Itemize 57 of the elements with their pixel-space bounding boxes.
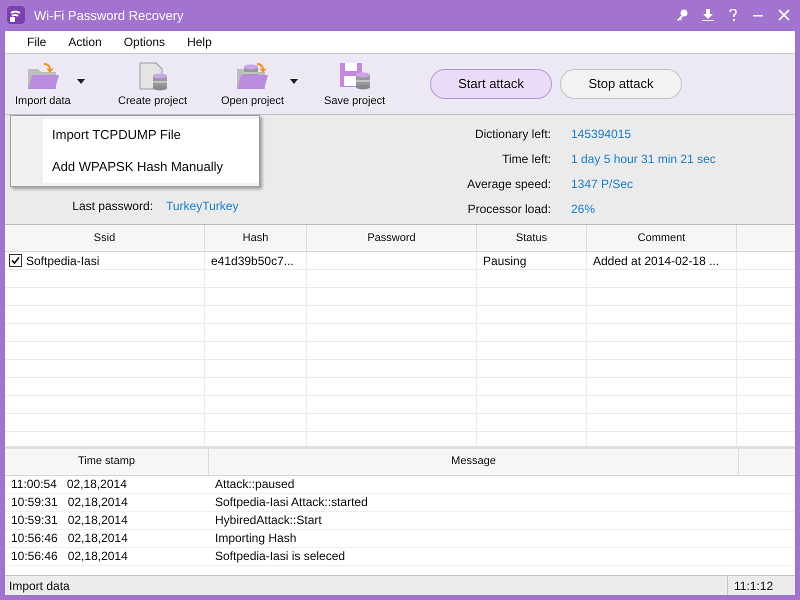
log-message: Softpedia-Iasi is seleced (214, 548, 346, 565)
stat-value: TurkeyTurkey (166, 198, 238, 215)
status-time: 11:1:12 (727, 576, 795, 595)
log-timestamp: 11:00:54 02,18,2014 (10, 476, 128, 493)
caret-icon (76, 79, 85, 84)
stat-label: Time left: (501, 151, 551, 168)
column-header[interactable]: Comment (587, 225, 737, 252)
menu-item[interactable]: File (25, 32, 48, 51)
log-timestamp: 10:59:31 02,18,2014 (10, 494, 129, 511)
log-message: Softpedia-Iasi Attack::started (214, 494, 368, 511)
log-message: HybiredAttack::Start (214, 512, 322, 529)
column-header[interactable]: Message (209, 448, 739, 474)
toolbar-button[interactable]: Create project (118, 57, 188, 110)
stat-label: Last password: (71, 198, 153, 215)
attack-button[interactable]: Start attack (430, 68, 552, 99)
status-message: Import data (8, 578, 71, 595)
dropdown-item[interactable]: Import TCPDUMP File (43, 119, 259, 151)
close-icon[interactable] (778, 9, 790, 22)
column-header[interactable]: Password (307, 225, 477, 252)
stat-label: Average speed: (466, 176, 551, 194)
column-header[interactable]: Status (477, 225, 587, 252)
caret-icon (290, 79, 298, 84)
stat-value: 26% (571, 201, 596, 218)
wifi-app-icon (6, 5, 26, 26)
table-cell-text: Softpedia-Iasi (26, 252, 100, 270)
log-timestamp: 10:59:31 02,18,2014 (10, 512, 129, 529)
download-icon[interactable] (702, 9, 714, 22)
stat-value: 145394015 (571, 126, 632, 144)
toolbar-button[interactable]: Open project (221, 57, 284, 110)
menu-item[interactable]: Action (66, 32, 104, 51)
log-timestamp: 10:56:46 02,18,2014 (10, 530, 129, 547)
menu-item[interactable]: Options (122, 32, 168, 51)
menu-item[interactable]: Help (185, 32, 214, 51)
toolbar-button[interactable]: Import data (15, 57, 71, 110)
dropdown-item[interactable]: Add WPAPSK Hash Manually (43, 151, 259, 183)
log-timestamp: 10:56:46 02,18,2014 (10, 548, 129, 565)
attack-button[interactable]: Stop attack (560, 68, 682, 99)
key-icon[interactable] (676, 9, 688, 22)
stat-label: Dictionary left: (474, 126, 551, 144)
column-header[interactable]: Ssid (5, 225, 205, 252)
stat-value: 1347 P/Sec (571, 176, 634, 194)
window-title: Wi-Fi Password Recovery (34, 6, 184, 25)
help-icon[interactable] (728, 9, 738, 22)
log-message: Attack::paused (214, 476, 294, 493)
stat-value: 1 day 5 hour 31 min 21 sec (571, 151, 716, 168)
log-message: Importing Hash (214, 530, 296, 547)
column-header[interactable]: Time stamp (5, 448, 209, 474)
table-cell-text: e41d39b50c7... (211, 252, 294, 270)
folder-database-icon (235, 61, 270, 92)
floppy-database-icon (338, 61, 372, 92)
row-checkbox[interactable] (9, 254, 22, 268)
table-cell-text: Pausing (483, 252, 526, 270)
toolbar-button[interactable]: Save project (324, 57, 386, 110)
stat-label: Processor load: (466, 201, 551, 218)
column-header[interactable]: Hash (205, 225, 307, 252)
table-cell-text: Added at 2014-02-18 ... (593, 252, 720, 270)
folder-icon (26, 61, 60, 92)
